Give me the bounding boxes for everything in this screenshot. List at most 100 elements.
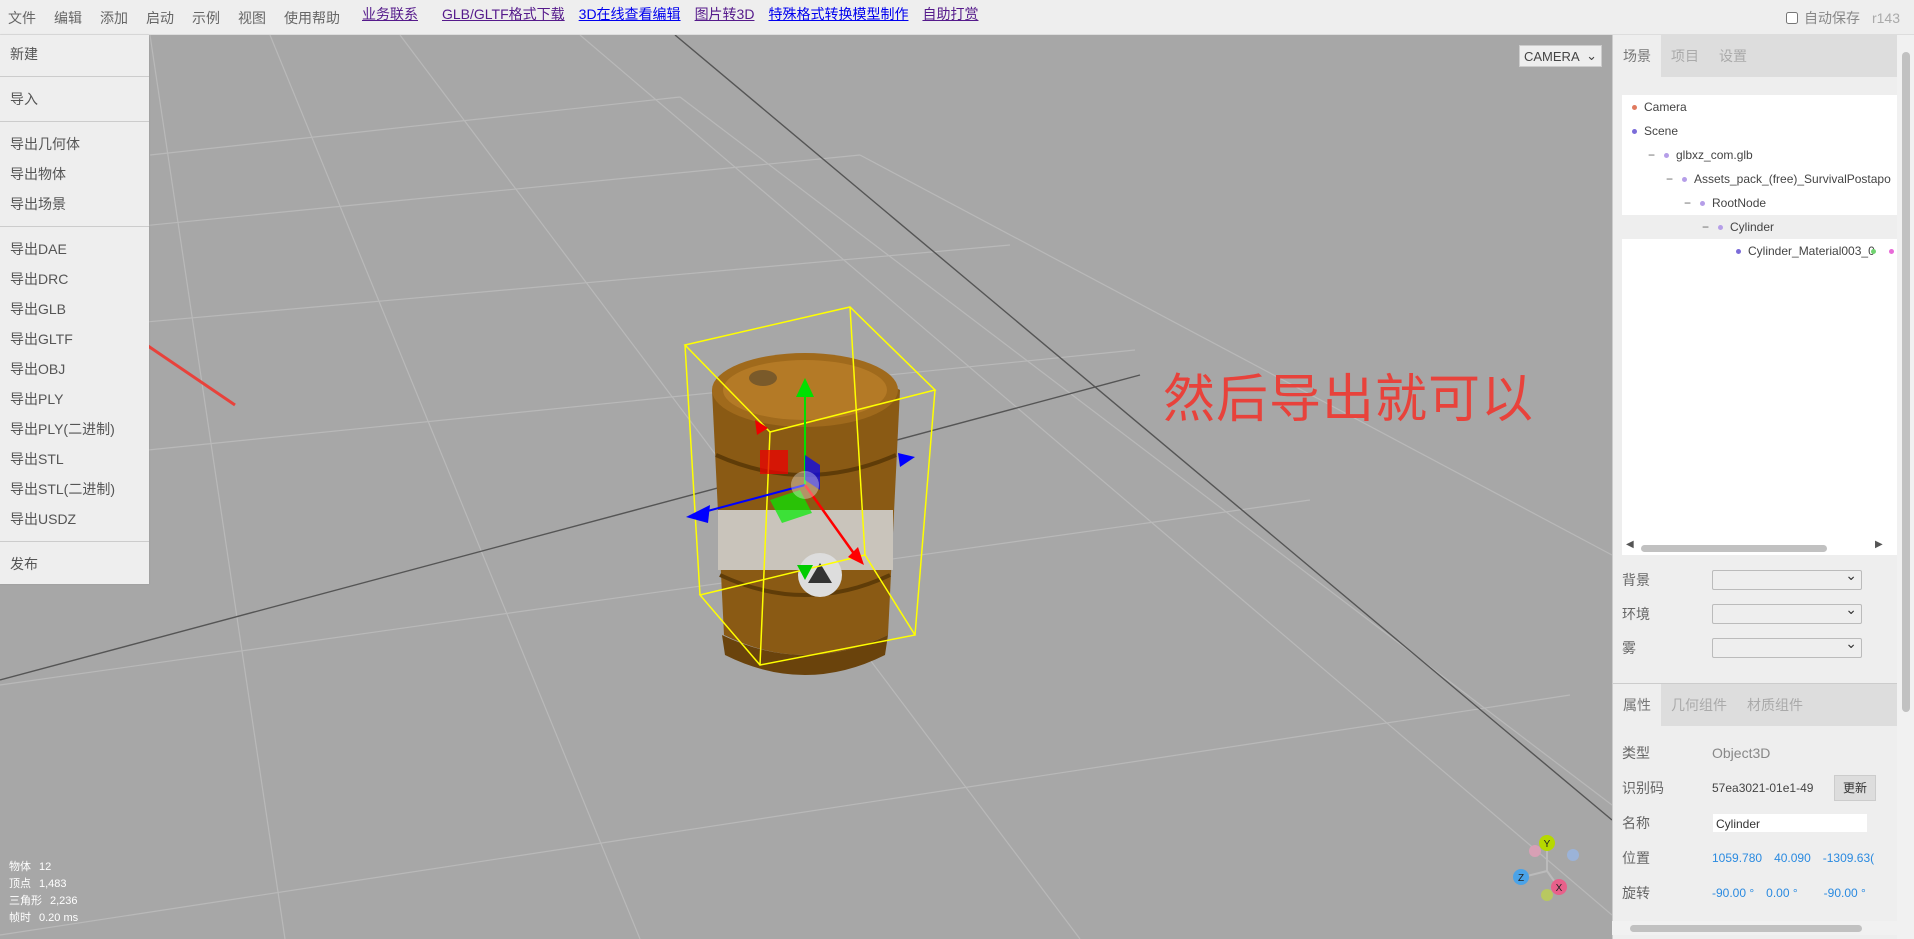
material-dot-icon [1889,249,1894,254]
stat-label: 物体 [9,861,31,873]
menu-0[interactable]: 文件 [0,0,45,35]
menu-5[interactable]: 视图 [229,0,275,35]
scene-prop-select[interactable] [1712,635,1862,658]
scroll-right-icon[interactable]: ▶ [1875,539,1883,550]
version-label: r143 [1871,9,1900,26]
tab-1[interactable]: 项目 [1661,35,1709,77]
type-value: Object3D [1712,744,1771,761]
node-dot-icon [1664,153,1669,159]
sidebar-vertical-scrollbar-thumb[interactable] [1902,52,1910,712]
property-tabs: 属性 几何组件 材质组件 [1613,684,1898,726]
menu-link-1[interactable]: GLB/GLTF格式下载 [435,0,572,35]
file-menu-item[interactable]: 导出STL(二进制) [0,474,149,504]
menu-link-0[interactable]: 业务联系 [355,0,425,35]
rotation-z-input[interactable]: -90.00 ° [1824,886,1866,900]
menu-3[interactable]: 启动 [137,0,183,35]
scene-prop-select[interactable] [1712,567,1862,590]
rotation-x-input[interactable]: -90.00 ° [1712,886,1754,900]
outliner-row[interactable]: − Assets_pack_(free)_SurvivalPostapo [1622,167,1898,191]
sidebar-horizontal-scrollbar[interactable] [1612,921,1897,935]
sidebar-horizontal-scrollbar-thumb[interactable] [1630,925,1862,932]
outliner-row[interactable]: Cylinder_Material003_0 [1622,239,1898,263]
file-menu-item[interactable]: 导出OBJ [0,354,149,384]
file-menu-item[interactable]: 导出几何体 [0,129,149,159]
autosave-checkbox[interactable] [1785,11,1798,24]
tab-0[interactable]: 场景 [1613,35,1661,77]
camera-select[interactable]: CAMERA ⌄ [1519,45,1602,67]
outliner-row[interactable]: Scene [1622,119,1898,143]
stat-value: 1,483 [39,878,67,890]
position-x-input[interactable]: 1059.780 [1712,851,1762,865]
stat-label: 顶点 [9,878,31,890]
outliner-scrollbar-thumb[interactable] [1641,545,1827,552]
outliner-label: Camera [1644,100,1687,114]
file-menu-item[interactable]: 导出PLY(二进制) [0,414,149,444]
collapse-toggle-icon[interactable]: − [1702,215,1709,239]
menu-link-3[interactable]: 图片转3D [688,0,762,35]
outliner-scrollbar[interactable]: ◀ ▶ [1622,539,1898,555]
menu-link-2[interactable]: 3D在线查看编辑 [572,0,688,35]
3d-viewport[interactable]: CAMERA ⌄ 然后导出就可以 物体 12 顶点 1,483 三角形 2,236 帧时 0.… [0,35,1612,939]
outliner-row[interactable]: − RootNode [1622,191,1898,215]
collapse-toggle-icon[interactable]: − [1648,143,1655,167]
axis-helper[interactable]: Y Z X [1505,833,1585,903]
stat-label: 三角形 [9,895,42,907]
position-z-input[interactable]: -1309.63( [1823,851,1875,865]
collapse-toggle-icon[interactable]: − [1684,191,1691,215]
tab-2[interactable]: 设置 [1709,35,1757,77]
outliner-label: Cylinder_Material003_0 [1748,244,1875,258]
camera-select-value: CAMERA [1524,48,1580,64]
rotation-row: 旋转 -90.00 ° 0.00 ° -90.00 ° [1622,875,1892,910]
prop-tab-2[interactable]: 材质组件 [1737,684,1813,726]
outliner-item: Assets_pack_(free)_SurvivalPostapo [1682,167,1891,191]
prop-tab-1[interactable]: 几何组件 [1661,684,1737,726]
file-menu-item[interactable]: 导出DRC [0,264,149,294]
menu-6[interactable]: 使用帮助 [275,0,349,35]
sidebar: 场景 项目 设置 Camera Scene − glbxz_com.glb − Assets_… [1612,35,1898,939]
menu-1[interactable]: 编辑 [45,0,91,35]
prop-tab-0[interactable]: 属性 [1613,684,1661,726]
file-menu-item[interactable]: 导出PLY [0,384,149,414]
outliner-row[interactable]: − Cylinder [1622,215,1898,239]
collapse-toggle-icon[interactable]: − [1666,167,1673,191]
menu-link-5[interactable]: 自助打赏 [915,0,985,35]
position-row: 位置 1059.780 40.090 -1309.63( [1622,840,1892,875]
file-menu-item[interactable]: 新建 [0,39,149,69]
stat-row: 物体 12 [9,859,78,876]
geometry-dot-icon [1871,249,1876,254]
menu-link-4[interactable]: 特殊格式转换模型制作 [761,0,915,35]
rotation-y-input[interactable]: 0.00 ° [1766,886,1798,900]
node-dot-icon [1700,201,1705,207]
position-y-input[interactable]: 40.090 [1774,851,1811,865]
name-input[interactable]: Cylinder [1712,812,1868,833]
sidebar-vertical-scrollbar[interactable] [1897,35,1914,939]
scene-prop-label: 雾 [1622,640,1636,656]
stat-value: 0.20 ms [39,912,79,924]
scroll-left-icon[interactable]: ◀ [1626,539,1634,550]
file-menu-item[interactable]: 导入 [0,84,149,114]
file-menu-item[interactable]: 导出GLB [0,294,149,324]
node-dot-icon [1736,249,1741,255]
viewport-scene[interactable] [0,35,1612,939]
scene-prop-select[interactable] [1712,601,1862,624]
file-menu-item[interactable]: 导出场景 [0,189,149,219]
file-menu-item[interactable]: 导出GLTF [0,324,149,354]
outliner-item: glbxz_com.glb [1664,143,1753,167]
node-dot-icon [1632,105,1637,111]
file-menu-item[interactable]: 发布 [0,549,149,579]
update-uuid-button[interactable]: 更新 [1834,774,1877,801]
outliner-row[interactable]: − glbxz_com.glb [1622,143,1898,167]
scene-prop-row: 雾 [1622,631,1892,665]
menu-4[interactable]: 示例 [183,0,229,35]
stat-row: 帧时 0.20 ms [9,910,78,927]
file-menu-item[interactable]: 导出DAE [0,234,149,264]
outliner-row[interactable]: Camera [1622,95,1898,119]
menu-2[interactable]: 添加 [91,0,137,35]
outliner-item: Scene [1632,119,1678,143]
outliner-label: RootNode [1712,196,1767,210]
object-properties: 类型 Object3D 识别码 57ea3021-01e1-49 更新 名称 C… [1622,735,1892,910]
file-menu-item[interactable]: 导出物体 [0,159,149,189]
scene-outliner[interactable]: Camera Scene − glbxz_com.glb − Assets_pack_(f… [1622,81,1898,555]
file-menu-item[interactable]: 导出USDZ [0,504,149,534]
file-menu-item[interactable]: 导出STL [0,444,149,474]
